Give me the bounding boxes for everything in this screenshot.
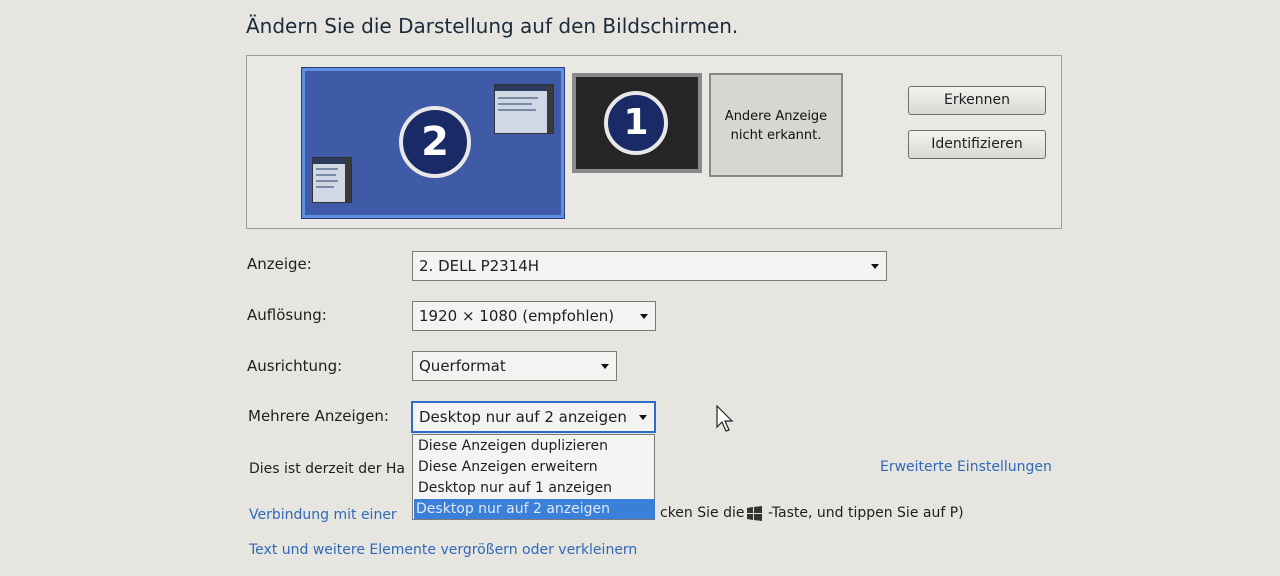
monitor-number: 2 — [399, 106, 471, 178]
identify-button[interactable]: Identifizieren — [908, 130, 1046, 159]
window-thumbnail-icon — [312, 157, 352, 203]
orientation-select[interactable]: Querformat — [412, 351, 617, 381]
monitor-1[interactable]: 1 — [572, 73, 702, 173]
resolution-select-value: 1920 × 1080 (empfohlen) — [419, 307, 615, 325]
orientation-label: Ausrichtung: — [247, 357, 343, 375]
hint-text-end: -Taste, und tippen Sie auf P) — [768, 505, 964, 521]
multiple-displays-select-value: Desktop nur auf 2 anzeigen — [419, 408, 627, 426]
display-select[interactable]: 2. DELL P2314H — [412, 251, 887, 281]
windows-logo-icon — [747, 506, 762, 521]
enlarge-text-link[interactable]: Text und weitere Elemente vergrößern ode… — [249, 542, 637, 558]
monitor-2[interactable]: 2 — [301, 67, 565, 219]
multiple-displays-label: Mehrere Anzeigen: — [248, 407, 389, 425]
multiple-displays-select[interactable]: Desktop nur auf 2 anzeigen — [411, 401, 656, 433]
chevron-down-icon — [601, 364, 609, 369]
dropdown-option-extend[interactable]: Diese Anzeigen erweitern — [416, 457, 598, 477]
resolution-select[interactable]: 1920 × 1080 (empfohlen) — [412, 301, 656, 331]
monitor-number: 1 — [604, 91, 668, 155]
hint-text-start: cken Sie die — [660, 505, 745, 521]
chevron-down-icon — [639, 415, 647, 420]
dropdown-option-duplicate[interactable]: Diese Anzeigen duplizieren — [416, 436, 608, 456]
orientation-select-value: Querformat — [419, 357, 506, 375]
chevron-down-icon — [640, 314, 648, 319]
monitor-undetected-text: Andere Anzeige nicht erkannt. — [724, 109, 828, 143]
advanced-settings-link[interactable]: Erweiterte Einstellungen — [880, 459, 1052, 475]
dropdown-option-only-2[interactable]: Desktop nur auf 2 anzeigen — [414, 499, 655, 519]
dropdown-option-only-1[interactable]: Desktop nur auf 1 anzeigen — [416, 478, 612, 498]
page-title: Ändern Sie die Darstellung auf den Bilds… — [246, 14, 739, 38]
monitor-undetected[interactable]: Andere Anzeige nicht erkannt. — [709, 73, 843, 177]
chevron-down-icon — [871, 264, 879, 269]
detect-button[interactable]: Erkennen — [908, 86, 1046, 115]
window-thumbnail-icon — [494, 84, 554, 134]
mouse-cursor-icon — [716, 405, 734, 432]
display-select-value: 2. DELL P2314H — [419, 257, 540, 275]
multiple-displays-dropdown-list: Diese Anzeigen duplizieren Diese Anzeige… — [412, 434, 655, 520]
main-display-text: Dies ist derzeit der Ha — [249, 461, 406, 477]
projector-link[interactable]: Verbindung mit einer — [249, 507, 397, 523]
resolution-label: Auflösung: — [247, 306, 327, 324]
display-label: Anzeige: — [247, 255, 312, 273]
